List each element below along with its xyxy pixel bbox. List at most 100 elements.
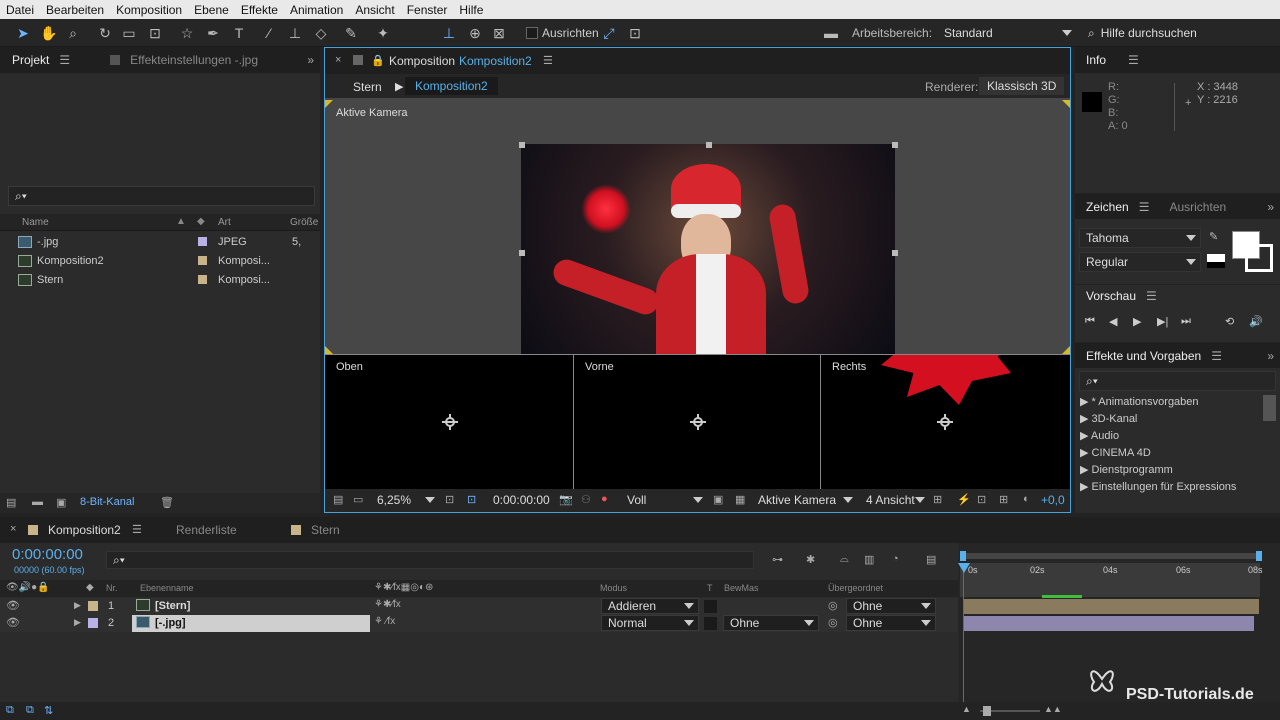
track-matte-select[interactable]: Ohne [723, 615, 819, 631]
tab-project[interactable]: Projekt [12, 53, 49, 67]
snap-grid-icon[interactable]: ⊡ [626, 24, 644, 42]
text-tool-icon[interactable]: T [230, 24, 248, 42]
layer-bar-jpg[interactable] [964, 616, 1254, 631]
workspace-icon[interactable]: ▬ [822, 24, 840, 42]
col-layer-name[interactable]: Ebenenname [140, 583, 194, 593]
effect-category[interactable]: ▶ * Animationsvorgaben [1080, 395, 1199, 408]
timeline-timecode[interactable]: 0:00:00:00 [12, 546, 83, 563]
toggle-modes-icon[interactable]: ⧉ [26, 704, 34, 717]
font-style-select[interactable]: Regular [1079, 252, 1201, 272]
first-frame-icon[interactable]: ⏮ [1085, 315, 1095, 328]
menu-fenster[interactable]: Fenster [401, 3, 454, 17]
new-folder-icon[interactable]: ▬ [32, 496, 43, 508]
menu-komposition[interactable]: Komposition [110, 3, 188, 17]
col-name[interactable]: Name [22, 217, 49, 228]
renderer-select[interactable]: Klassisch 3D [979, 77, 1065, 95]
tab-effects-presets[interactable]: Effekte und Vorgaben [1086, 349, 1201, 363]
menu-animation[interactable]: Animation [284, 3, 349, 17]
expand-arrow-icon[interactable]: ▶ [74, 600, 81, 611]
brush-tool-icon[interactable]: ⁄ [260, 24, 278, 42]
next-frame-icon[interactable]: ▶| [1157, 315, 1168, 328]
eraser-tool-icon[interactable]: ◇ [312, 24, 330, 42]
scrollbar-thumb[interactable] [1263, 395, 1276, 421]
layer-name[interactable]: [-.jpg] [155, 617, 186, 629]
expand-arrow-icon[interactable]: ▶ [74, 617, 81, 628]
flowchart-icon[interactable]: ⊞ [999, 493, 1008, 506]
layer-row[interactable]: 👁 ▶ 1 [Stern] ⚘✱⁄fx Addieren ◎ Ohne [0, 598, 958, 615]
chevron-down-icon[interactable] [843, 497, 853, 503]
breadcrumb-komposition2[interactable]: Komposition2 [405, 77, 498, 95]
project-item[interactable]: Komposition2 Komposi... [0, 251, 320, 270]
panel-menu-icon[interactable]: ☰ [1139, 200, 1150, 214]
active-camera-view[interactable]: Aktive Kamera [325, 98, 1070, 354]
view-top[interactable]: Oben [325, 355, 574, 489]
camera-tool-icon[interactable]: ▭ [120, 24, 138, 42]
workspace-select[interactable]: Standard [938, 23, 1076, 43]
comp-header-name[interactable]: Komposition2 [459, 54, 532, 68]
interpret-footage-icon[interactable]: ▤ [6, 496, 16, 509]
blend-mode-select[interactable]: Normal [601, 615, 699, 631]
exposure-value[interactable]: +0,0 [1041, 493, 1065, 507]
comp-mini-flowchart-icon[interactable]: ⊶ [772, 553, 783, 566]
motion-blur-icon[interactable]: ◔ [892, 553, 899, 565]
chevron-down-icon[interactable] [915, 497, 925, 503]
col-size[interactable]: Größe [290, 217, 318, 228]
zoom-select[interactable]: 6,25% [377, 493, 411, 507]
world-axis-icon[interactable]: ⊕ [466, 24, 484, 42]
parent-select[interactable]: Ohne [846, 615, 936, 631]
tab-preview[interactable]: Vorschau [1086, 289, 1136, 303]
draft-3d-icon[interactable]: ✱ [806, 553, 815, 566]
work-area-bar[interactable] [962, 553, 1258, 559]
camera-select[interactable]: Aktive Kamera [758, 493, 836, 507]
effect-category[interactable]: ▶ 3D-Kanal [1080, 412, 1137, 425]
panel-menu-icon[interactable]: ☰ [59, 53, 70, 67]
graph-editor-icon[interactable]: ▤ [926, 553, 936, 566]
font-family-select[interactable]: Tahoma [1079, 228, 1201, 248]
project-item[interactable]: -.jpg JPEG 5, [0, 232, 320, 251]
lock-icon[interactable]: 🔒 [371, 54, 385, 67]
new-composition-icon[interactable]: ▣ [56, 496, 66, 509]
title-safe-icon[interactable]: ⊡ [467, 493, 476, 506]
pickwhip-icon[interactable]: ◎ [828, 616, 838, 629]
zoom-in-icon[interactable]: ▲▲ [1044, 704, 1062, 714]
close-icon[interactable]: × [335, 54, 341, 66]
sort-icon[interactable]: ▲ [176, 216, 186, 227]
view-axis-icon[interactable]: ⊠ [490, 24, 508, 42]
blend-mode-select[interactable]: Addieren [601, 598, 699, 614]
play-icon[interactable]: ▶ [1133, 315, 1141, 328]
shape-tool-icon[interactable]: ☆ [178, 24, 196, 42]
region-of-interest-icon[interactable]: ▣ [713, 493, 723, 506]
pen-tool-icon[interactable]: ✒ [204, 24, 222, 42]
tab-komposition2[interactable]: Komposition2 [48, 523, 121, 537]
previous-frame-icon[interactable]: ◀ [1109, 315, 1117, 328]
bit-depth-button[interactable]: 8-Bit-Kanal [80, 496, 134, 508]
channel-icon[interactable]: ● [601, 493, 608, 505]
panel-overflow-icon[interactable]: » [1267, 349, 1274, 363]
visibility-icon[interactable]: 👁 [6, 616, 20, 629]
menu-bearbeiten[interactable]: Bearbeiten [40, 3, 110, 17]
view-layout-select[interactable]: 4 Ansicht [866, 493, 915, 507]
effect-category[interactable]: ▶ Dienstprogramm [1080, 463, 1173, 476]
close-icon[interactable]: × [10, 523, 16, 535]
loop-icon[interactable]: ⟲ [1225, 315, 1234, 328]
bbox-handle[interactable] [519, 142, 525, 148]
work-area-start-handle[interactable] [960, 551, 966, 561]
chevron-down-icon[interactable] [693, 497, 703, 503]
project-search-input[interactable]: ⌕▾ [8, 186, 315, 206]
bbox-handle[interactable] [519, 250, 525, 256]
zoom-tool-icon[interactable]: ⌕ [64, 24, 82, 42]
tab-align[interactable]: Ausrichten [1169, 200, 1226, 214]
shy-layers-icon[interactable]: ⌓ [840, 553, 849, 566]
fast-preview-icon[interactable]: ⚡ [957, 493, 971, 506]
breadcrumb-stern[interactable]: Stern [353, 80, 382, 94]
toggle-pixel-icon[interactable]: ⊞ [933, 493, 942, 506]
reset-exposure-icon[interactable]: ◐ [1023, 493, 1030, 505]
view-right[interactable]: Rechts [821, 355, 1070, 489]
layer-color-chip[interactable] [88, 618, 98, 628]
effect-category[interactable]: ▶ CINEMA 4D [1080, 446, 1151, 459]
resolution-icon[interactable]: ⊡ [445, 493, 454, 506]
timeline-icon[interactable]: ⊡ [977, 493, 986, 506]
panel-overflow-icon[interactable]: » [307, 53, 314, 67]
trash-icon[interactable]: 🗑 [160, 496, 174, 509]
effects-search-input[interactable]: ⌕▾ [1079, 371, 1276, 391]
